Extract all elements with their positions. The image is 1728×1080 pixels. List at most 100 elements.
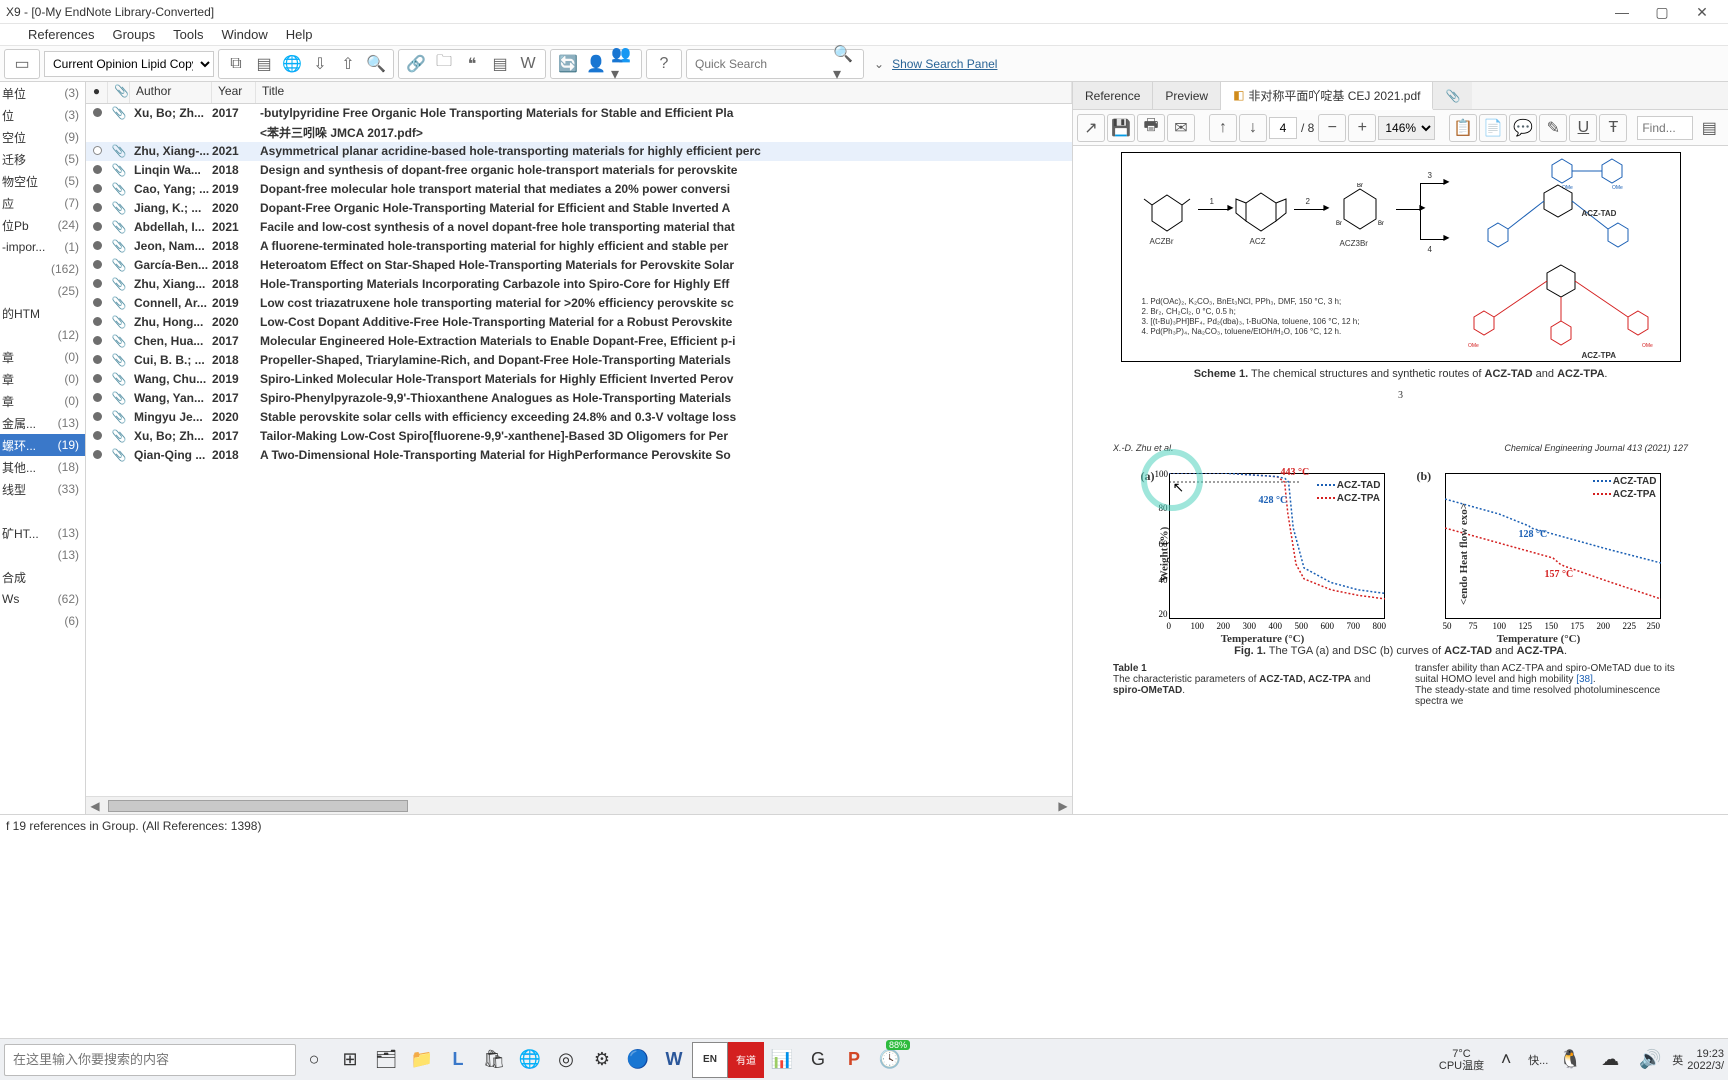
- open-link-icon[interactable]: 🔗: [403, 51, 429, 77]
- chrome-icon[interactable]: ◎: [548, 1042, 584, 1078]
- taskbar-search-input[interactable]: [4, 1044, 296, 1076]
- import-icon[interactable]: ⇩: [307, 51, 333, 77]
- reference-row[interactable]: 📎Xu, Bo; Zh...2017Tailor-Making Low-Cost…: [86, 427, 1072, 446]
- email-icon[interactable]: ✉: [1167, 114, 1195, 142]
- scroll-left-icon[interactable]: ◀: [86, 799, 104, 813]
- app-g-icon[interactable]: G: [800, 1042, 836, 1078]
- tab-pdf[interactable]: ◧ 非对称平面吖啶基 CEJ 2021.pdf: [1221, 82, 1433, 110]
- minimize-button[interactable]: —: [1602, 0, 1642, 24]
- maximize-button[interactable]: ▢: [1642, 0, 1682, 24]
- reference-row[interactable]: 📎Linqin Wa...2018Design and synthesis of…: [86, 161, 1072, 180]
- tab-preview[interactable]: Preview: [1153, 82, 1221, 109]
- group-item[interactable]: 单位(3): [0, 82, 85, 104]
- reference-row[interactable]: 📎Qian-Qing ...2018A Two-Dimensional Hole…: [86, 446, 1072, 465]
- group-item[interactable]: 迁移(5): [0, 148, 85, 170]
- sogou-icon[interactable]: 🔵: [620, 1042, 656, 1078]
- export-icon[interactable]: ⇧: [335, 51, 361, 77]
- close-button[interactable]: ✕: [1682, 0, 1722, 24]
- reference-row-continuation[interactable]: <苯并三吲哚 JMCA 2017.pdf>: [86, 123, 1072, 142]
- reference-row[interactable]: 📎Jeon, Nam...2018A fluorene-terminated h…: [86, 237, 1072, 256]
- sync-icon[interactable]: 🔄: [555, 51, 581, 77]
- reference-row[interactable]: 📎García-Ben...2018Heteroatom Effect on S…: [86, 256, 1072, 275]
- show-search-panel-link[interactable]: Show Search Panel: [892, 57, 997, 71]
- group-item[interactable]: 位Pb(24): [0, 214, 85, 236]
- app-l-icon[interactable]: L: [440, 1042, 476, 1078]
- reference-row[interactable]: 📎Chen, Hua...2017Molecular Engineered Ho…: [86, 332, 1072, 351]
- underline-tool-icon[interactable]: U: [1569, 114, 1597, 142]
- store-icon[interactable]: 🛍: [476, 1042, 512, 1078]
- group-item[interactable]: 应(7): [0, 192, 85, 214]
- reference-row[interactable]: 📎Cao, Yang; ...2019Dopant-free molecular…: [86, 180, 1072, 199]
- horizontal-scrollbar[interactable]: ◀ ▶: [86, 796, 1072, 814]
- group-item[interactable]: 空位(9): [0, 126, 85, 148]
- col-author-header[interactable]: Author: [130, 82, 212, 103]
- ime-indicator[interactable]: 英: [1672, 1052, 1683, 1068]
- reference-row[interactable]: 📎Wang, Chu...2019Spiro-Linked Molecular …: [86, 370, 1072, 389]
- reference-row[interactable]: 📎Mingyu Je...2020Stable perovskite solar…: [86, 408, 1072, 427]
- reference-row[interactable]: 📎Zhu, Xiang...2018Hole-Transporting Mate…: [86, 275, 1072, 294]
- group-item[interactable]: 章(0): [0, 390, 85, 412]
- group-item[interactable]: 金属...(13): [0, 412, 85, 434]
- help-icon[interactable]: ?: [651, 51, 677, 77]
- layout-toggle-icon[interactable]: ▤: [1695, 114, 1723, 142]
- word-icon[interactable]: W: [656, 1042, 692, 1078]
- reference-row[interactable]: 📎Abdellah, I...2021Facile and low-cost s…: [86, 218, 1072, 237]
- edge-icon[interactable]: 🌐: [512, 1042, 548, 1078]
- wps-icon[interactable]: 📊: [764, 1042, 800, 1078]
- open-file-icon[interactable]: 🗀: [431, 51, 457, 77]
- folder-icon[interactable]: 📁: [404, 1042, 440, 1078]
- group-item[interactable]: (162): [0, 258, 85, 280]
- new-ref-icon[interactable]: ▤: [251, 51, 277, 77]
- reference-row[interactable]: 📎Zhu, Hong...2020Low-Cost Dopant Additiv…: [86, 313, 1072, 332]
- zoom-out-icon[interactable]: −: [1318, 114, 1346, 142]
- share-group-icon[interactable]: 👥▾: [611, 51, 637, 77]
- group-item[interactable]: [0, 500, 85, 522]
- group-item[interactable]: (25): [0, 280, 85, 302]
- group-item[interactable]: 矿HT...(13): [0, 522, 85, 544]
- tray-text[interactable]: 快...: [1528, 1052, 1548, 1068]
- group-item[interactable]: 其他...(18): [0, 456, 85, 478]
- group-item[interactable]: 物空位(5): [0, 170, 85, 192]
- attach-icon-tab[interactable]: 📎: [1433, 82, 1472, 109]
- group-item[interactable]: 章(0): [0, 368, 85, 390]
- search-icon[interactable]: 🔍▾: [833, 51, 859, 77]
- tray-expand-icon[interactable]: ˄: [1488, 1042, 1524, 1078]
- note-tool-icon[interactable]: 💬: [1509, 114, 1537, 142]
- group-item[interactable]: 螺环...(19): [0, 434, 85, 456]
- chevron-expand-icon[interactable]: ⌄: [874, 57, 884, 71]
- group-item[interactable]: -impor...(1): [0, 236, 85, 258]
- group-item[interactable]: Ws(62): [0, 588, 85, 610]
- reference-row[interactable]: 📎Cui, B. B.; ...2018Propeller-Shaped, Tr…: [86, 351, 1072, 370]
- goto-word-icon[interactable]: W: [515, 51, 541, 77]
- youdao-icon[interactable]: 有道: [728, 1042, 764, 1078]
- col-title-header[interactable]: Title: [256, 82, 1072, 103]
- insert-citation-icon[interactable]: ❝: [459, 51, 485, 77]
- reference-row[interactable]: 📎Wang, Yan...2017Spiro-Phenylpyrazole-9,…: [86, 389, 1072, 408]
- strike-tool-icon[interactable]: Ŧ: [1599, 114, 1627, 142]
- format-icon[interactable]: ▤: [487, 51, 513, 77]
- pdf-viewport[interactable]: ACZBr 1 ACZ 2 BrBrBr ACZ3Br 3 4: [1073, 146, 1728, 814]
- penguin-icon[interactable]: 🐧: [1552, 1042, 1588, 1078]
- file-explorer-icon[interactable]: 🗂: [368, 1042, 404, 1078]
- reference-row[interactable]: 📎Xu, Bo; Zh...2017-butylpyridine Free Or…: [86, 104, 1072, 123]
- battery-icon[interactable]: 🕓: [872, 1042, 908, 1078]
- page-input[interactable]: [1269, 117, 1297, 139]
- group-item[interactable]: 合成: [0, 566, 85, 588]
- online-search-icon[interactable]: 🌐: [279, 51, 305, 77]
- menu-window[interactable]: Window: [215, 27, 273, 42]
- zoom-select[interactable]: 146%: [1378, 116, 1435, 140]
- powerpoint-icon[interactable]: P: [836, 1042, 872, 1078]
- quick-search-input[interactable]: [691, 51, 831, 77]
- prev-page-icon[interactable]: ↑: [1209, 114, 1237, 142]
- share-icon[interactable]: 👤: [583, 51, 609, 77]
- group-item[interactable]: (6): [0, 610, 85, 632]
- sidebar-toggle[interactable]: ▭: [4, 49, 40, 79]
- group-item[interactable]: 线型(33): [0, 478, 85, 500]
- col-year-header[interactable]: Year: [212, 82, 256, 103]
- group-item[interactable]: 的HTM: [0, 302, 85, 324]
- copy-icon[interactable]: ⧉: [223, 51, 249, 77]
- group-item[interactable]: 位(3): [0, 104, 85, 126]
- task-view-icon[interactable]: ⊞: [332, 1042, 368, 1078]
- cpu-temp[interactable]: 7°CCPU温度: [1439, 1048, 1484, 1072]
- reference-row[interactable]: 📎Jiang, K.; ...2020Dopant-Free Organic H…: [86, 199, 1072, 218]
